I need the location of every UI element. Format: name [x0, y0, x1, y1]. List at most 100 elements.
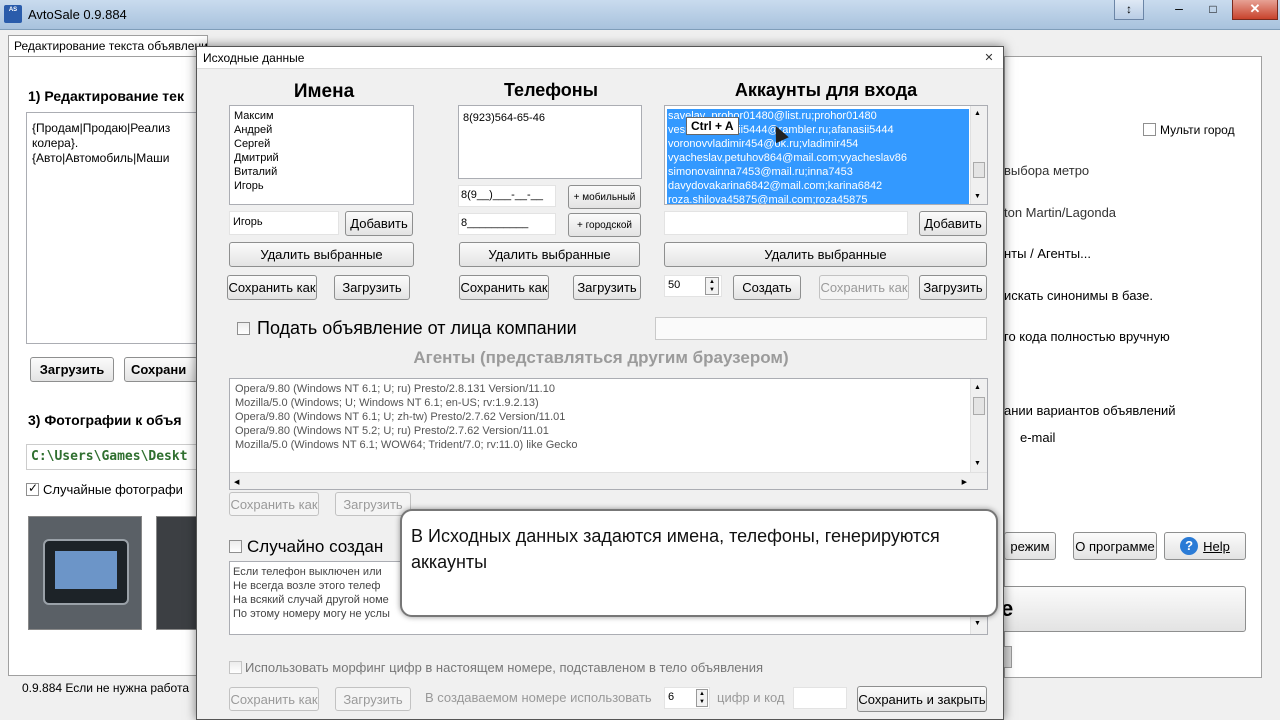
right-option-text: го кода полностью вручную: [1004, 329, 1170, 344]
spinner-arrows-icon[interactable]: ▲ ▼: [696, 689, 708, 707]
list-item[interactable]: Mozilla/5.0 (Windows NT 6.1; WOW64; Trid…: [235, 438, 983, 452]
digits-code-label: цифр и код: [717, 690, 785, 705]
ad-text-area[interactable]: {Продам|Продаю|Реализ колера}. {Авто|Авт…: [26, 112, 198, 344]
accounts-delete-button[interactable]: Удалить выбранные: [664, 242, 987, 267]
company-input[interactable]: [655, 317, 987, 340]
list-item[interactable]: Opera/9.80 (Windows NT 6.1; U; ru) Prest…: [235, 382, 983, 396]
agents-save-as-button[interactable]: Сохранить как: [229, 492, 319, 516]
account-input[interactable]: [664, 211, 908, 235]
tooltip-text: В Исходных данных задаются имена, телефо…: [411, 526, 940, 572]
close-button[interactable]: ✕: [1232, 0, 1278, 20]
names-save-as-button[interactable]: Сохранить как: [227, 275, 317, 300]
save-close-button[interactable]: Сохранить и закрыть: [857, 686, 987, 712]
phones-list[interactable]: 8(923)564-65-46: [458, 105, 642, 179]
agents-load-button[interactable]: Загрузить: [335, 492, 411, 516]
agents-vscroll[interactable]: ▲ ▼: [970, 379, 987, 473]
about-button[interactable]: О программе: [1073, 532, 1157, 560]
accounts-header: Аккаунты для входа: [734, 80, 918, 100]
agents-hscroll[interactable]: ◀ ▶: [230, 472, 987, 489]
list-item[interactable]: Виталий: [234, 165, 409, 179]
bottom-load-button[interactable]: Загрузить: [335, 687, 411, 711]
names-load-button[interactable]: Загрузить: [334, 275, 410, 300]
editor-tab-label: Редактирование текста объявлени: [14, 39, 208, 53]
morph-checkbox[interactable]: [229, 661, 242, 674]
section1-title: 1) Редактирование тек: [28, 88, 184, 104]
list-item[interactable]: Opera/9.80 (Windows NT 5.2; U; ru) Prest…: [235, 424, 983, 438]
agents-header: Агенты (представляться другим браузером): [413, 348, 789, 367]
names-header: Имена: [293, 81, 355, 102]
accounts-save-as-button[interactable]: Сохранить как: [819, 275, 909, 300]
window-title: AvtoSale 0.9.884: [28, 7, 127, 22]
list-item[interactable]: 8(923)564-65-46: [463, 111, 637, 125]
list-item[interactable]: roza.shilova45875@mail.com;roza45875: [667, 193, 969, 204]
accounts-add-button[interactable]: Добавить: [919, 211, 987, 236]
code-input[interactable]: [793, 687, 847, 709]
right-option-text: искать синонимы в базе.: [1004, 288, 1153, 303]
random-photos-label: Случайные фотографи: [43, 482, 183, 497]
names-add-button[interactable]: Добавить: [345, 211, 413, 236]
account-count-spinner[interactable]: 50 ▲ ▼: [664, 275, 722, 297]
ctrl-a-hint: Ctrl + A: [686, 117, 739, 135]
phones-load-button[interactable]: Загрузить: [573, 275, 641, 300]
list-item[interactable]: Максим: [234, 109, 409, 123]
morph-label: Использовать морфинг цифр в настоящем но…: [245, 660, 764, 675]
random-created-checkbox[interactable]: [229, 540, 242, 553]
list-item[interactable]: simonovainna7453@mail.ru;inna7453: [667, 165, 969, 179]
company-label: Подать объявление от лица компании: [257, 318, 577, 338]
list-item[interactable]: Игорь: [234, 179, 409, 193]
tutorial-tooltip: В Исходных данных задаются имена, телефо…: [400, 509, 998, 617]
right-panel: [1004, 56, 1262, 678]
list-item[interactable]: vyacheslav.petuhov864@mail.com;vyachesla…: [667, 151, 969, 165]
in-created-label: В создаваемом номере использовать: [425, 690, 652, 705]
mode-button[interactable]: режим: [1004, 532, 1056, 560]
multi-city-checkbox[interactable]: [1143, 123, 1156, 136]
source-data-dialog: Исходные данные ✕ Имена Телефоны Аккаунт…: [196, 46, 1004, 720]
random-photos-checkbox[interactable]: ✓: [26, 481, 39, 496]
names-list[interactable]: Максим Андрей Сергей Дмитрий Виталий Иго…: [229, 105, 414, 205]
photo-thumbnail: [156, 516, 198, 630]
company-checkbox[interactable]: [237, 322, 250, 335]
list-item[interactable]: Андрей: [234, 123, 409, 137]
random-created-label: Случайно создан: [247, 537, 384, 556]
main-save-button[interactable]: Сохрани: [124, 357, 198, 382]
right-option-text: e-mail: [1020, 430, 1056, 445]
main-load-button[interactable]: Загрузить: [30, 357, 114, 382]
city-mask-input[interactable]: 8__________: [458, 213, 556, 235]
add-mobile-button[interactable]: + мобильный: [568, 185, 641, 209]
list-item[interactable]: Opera/9.80 (Windows NT 6.1; U; zh-tw) Pr…: [235, 410, 983, 424]
help-label: Help: [1203, 538, 1230, 554]
minimize-button[interactable]: –: [1166, 0, 1192, 20]
accounts-load-button[interactable]: Загрузить: [919, 275, 987, 300]
add-city-button[interactable]: + городской: [568, 213, 641, 237]
app-logo-icon: AS: [4, 5, 22, 23]
right-option-text: выбора метро: [1004, 163, 1090, 178]
dialog-close-button[interactable]: ✕: [981, 50, 997, 66]
maximize-button[interactable]: □: [1200, 0, 1226, 20]
multi-city-label: Мульти город: [1160, 123, 1235, 137]
list-item[interactable]: davydovakarina6842@mail.com;karina6842: [667, 179, 969, 193]
right-option-text: нты / Агенты...: [1004, 246, 1091, 261]
mobile-mask-input[interactable]: 8(9__)___-__-__: [458, 185, 556, 207]
photos-path-field[interactable]: C:\Users\Games\Deskt: [26, 444, 198, 470]
agents-list[interactable]: Opera/9.80 (Windows NT 6.1; U; ru) Prest…: [229, 378, 988, 490]
title-bar: AS AvtoSale 0.9.884 ↕ – □ ✕: [0, 0, 1280, 30]
main-action-button[interactable]: е: [996, 586, 1246, 632]
list-item[interactable]: voronovvladimir454@ok.ru;vladimir454: [667, 137, 969, 151]
bottom-save-as-button[interactable]: Сохранить как: [229, 687, 319, 711]
digits-spinner[interactable]: 6 ▲ ▼: [664, 687, 710, 709]
photo-thumbnail: [28, 516, 142, 630]
status-text: 0.9.884 Если не нужна работа: [22, 681, 190, 695]
name-input[interactable]: Игорь: [229, 211, 339, 235]
restore-button[interactable]: ↕: [1114, 0, 1144, 20]
spinner-arrows-icon[interactable]: ▲ ▼: [705, 277, 719, 295]
phones-delete-button[interactable]: Удалить выбранные: [459, 242, 640, 267]
create-accounts-button[interactable]: Создать: [733, 275, 801, 300]
list-item[interactable]: Сергей: [234, 137, 409, 151]
list-item[interactable]: Mozilla/5.0 (Windows; U; Windows NT 6.1;…: [235, 396, 983, 410]
names-delete-button[interactable]: Удалить выбранные: [229, 242, 414, 267]
list-item[interactable]: Дмитрий: [234, 151, 409, 165]
phones-save-as-button[interactable]: Сохранить как: [459, 275, 549, 300]
accounts-scrollbar[interactable]: ▲ ▼: [970, 106, 987, 204]
section3-title: 3) Фотографии к объя: [28, 412, 182, 428]
help-button[interactable]: ? Help: [1164, 532, 1246, 560]
